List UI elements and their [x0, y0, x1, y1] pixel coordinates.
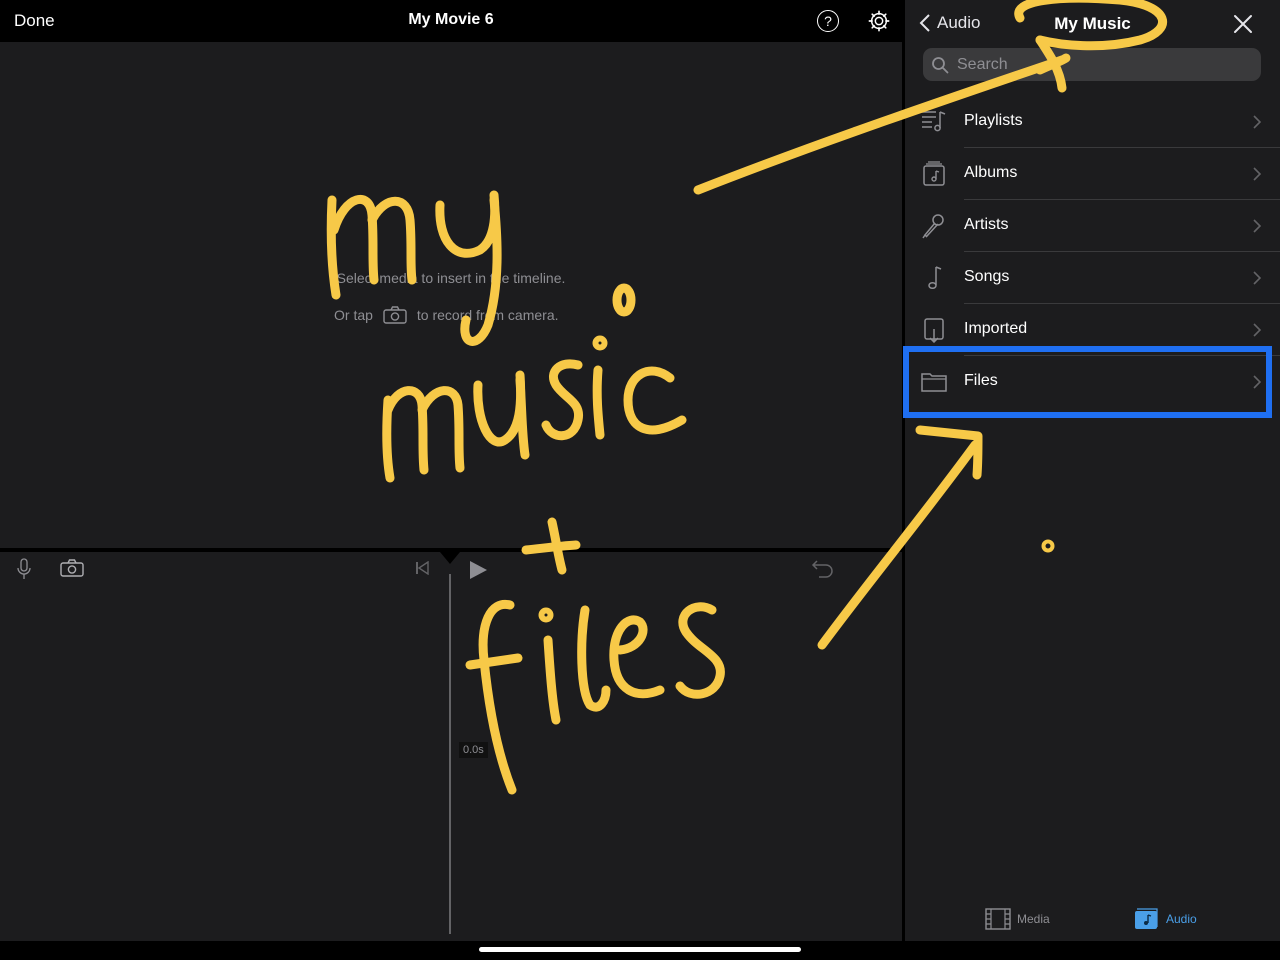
music-icon — [1135, 908, 1158, 929]
list-item-songs[interactable]: Songs — [905, 252, 1280, 304]
time-badge: 0.0s — [459, 742, 488, 758]
tab-media[interactable]: Media — [985, 908, 1050, 930]
list-item-albums[interactable]: Albums — [905, 148, 1280, 200]
viewer: Select media to insert in the timeline. … — [0, 42, 902, 548]
tab-audio-label: Audio — [1166, 912, 1197, 926]
project-title: My Movie 6 — [408, 11, 494, 28]
list-item-label: Albums — [964, 164, 1018, 181]
timeline[interactable] — [0, 552, 902, 941]
viewer-hint-line1: Select media to insert in the timeline. — [336, 270, 566, 286]
playhead[interactable] — [449, 574, 451, 934]
chevron-right-icon — [1253, 115, 1261, 129]
list-item-label: Songs — [964, 268, 1010, 285]
microphone-icon[interactable] — [16, 558, 32, 580]
camera-icon[interactable] — [60, 559, 84, 577]
list-item-label: Playlists — [964, 112, 1023, 129]
play-icon[interactable] — [468, 560, 488, 580]
imovie-app: Done My Movie 6 ? Select media to insert… — [0, 0, 1280, 960]
folder-icon — [921, 373, 947, 392]
search-input[interactable] — [955, 54, 1249, 75]
undo-icon[interactable] — [811, 559, 835, 579]
playlist-icon — [922, 111, 946, 132]
album-icon — [923, 161, 945, 186]
chevron-right-icon — [1253, 271, 1261, 285]
search-bar[interactable] — [923, 48, 1261, 81]
close-icon[interactable] — [1233, 14, 1253, 34]
camera-icon[interactable] — [383, 306, 407, 324]
list-item-label: Files — [964, 372, 998, 389]
list-item-files[interactable]: Files — [905, 356, 1280, 408]
music-note-icon — [928, 266, 942, 290]
viewer-hint-or: Or tap — [334, 307, 373, 323]
list-item-imported[interactable]: Imported — [905, 304, 1280, 356]
audio-browser-panel: Audio My Music Playlists — [905, 0, 1280, 941]
chevron-right-icon — [1253, 167, 1261, 181]
imported-icon — [924, 318, 944, 343]
chevron-right-icon — [1253, 323, 1261, 337]
search-icon — [932, 56, 949, 73]
help-icon[interactable]: ? — [817, 10, 839, 32]
tab-media-label: Media — [1017, 912, 1050, 926]
list-item-label: Imported — [964, 320, 1028, 337]
viewer-hint-line2-end: to record from camera. — [416, 307, 559, 323]
microphone-icon — [922, 214, 944, 239]
top-bar: Done My Movie 6 ? — [0, 0, 902, 42]
skip-to-start-icon[interactable] — [415, 561, 429, 575]
home-indicator[interactable] — [479, 947, 801, 952]
film-icon — [985, 908, 1011, 930]
playhead-marker-icon — [440, 552, 460, 564]
bottom-tab-bar: Media Audio — [905, 900, 1280, 940]
tab-audio[interactable]: Audio — [1134, 908, 1197, 930]
chevron-right-icon — [1253, 375, 1261, 389]
gear-icon[interactable] — [868, 10, 890, 32]
list-item-artists[interactable]: Artists — [905, 200, 1280, 252]
chevron-right-icon — [1253, 219, 1261, 233]
list-item-label: Artists — [964, 216, 1009, 233]
panel-title: My Music — [1054, 14, 1131, 33]
music-category-list: Playlists Albums Artists Songs Imported … — [905, 96, 1280, 408]
list-item-playlists[interactable]: Playlists — [905, 96, 1280, 148]
viewer-hint-line2: Or tap to record from camera. — [334, 306, 559, 324]
